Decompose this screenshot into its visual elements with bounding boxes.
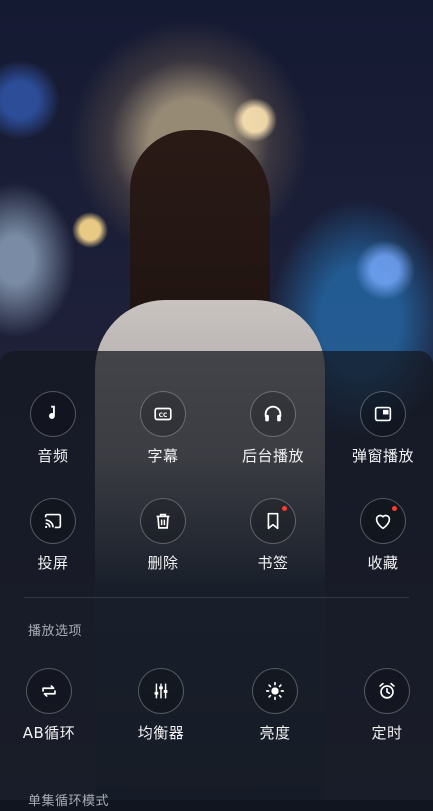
equalizer-icon	[138, 668, 184, 714]
cast-label: 投屏	[37, 554, 69, 572]
picture-in-picture-icon	[360, 391, 406, 437]
audio-button[interactable]: 音频	[0, 391, 108, 471]
bookmark-badge	[282, 506, 287, 511]
popup-play-button[interactable]: 弹窗播放	[328, 391, 433, 471]
equalizer-button[interactable]: 均衡器	[106, 668, 216, 748]
trash-icon	[140, 498, 186, 544]
popup-play-label: 弹窗播放	[351, 447, 414, 465]
favorite-label: 收藏	[367, 554, 399, 572]
background-play-label: 后台播放	[241, 447, 304, 465]
cast-button[interactable]: 投屏	[0, 498, 108, 578]
headphones-icon	[250, 391, 296, 437]
timer-label: 定时	[371, 724, 403, 742]
music-note-icon	[30, 391, 76, 437]
bookmark-icon	[250, 498, 296, 544]
options-row-3: AB循环 均衡器 亮度 定时	[0, 668, 433, 748]
ab-loop-icon	[26, 668, 72, 714]
cast-icon	[30, 498, 76, 544]
ab-loop-button[interactable]: AB循环	[0, 668, 104, 748]
equalizer-label: 均衡器	[137, 724, 185, 742]
delete-button[interactable]: 删除	[108, 498, 218, 578]
background-play-button[interactable]: 后台播放	[218, 391, 328, 471]
delete-label: 删除	[147, 554, 179, 572]
options-row-2: 投屏 删除 书签 收藏	[0, 498, 433, 578]
bookmark-label: 书签	[257, 554, 289, 572]
audio-label: 音频	[37, 447, 69, 465]
section-divider	[24, 597, 409, 598]
heart-icon	[360, 498, 406, 544]
brightness-icon	[252, 668, 298, 714]
timer-button[interactable]: 定时	[332, 668, 433, 748]
closed-caption-icon: CC	[140, 391, 186, 437]
options-row-1: 音频 CC 字幕 后台播放 弹窗播放	[0, 391, 433, 471]
alarm-clock-icon	[364, 668, 410, 714]
subtitle-button[interactable]: CC 字幕	[108, 391, 218, 471]
subtitle-label: 字幕	[147, 447, 179, 465]
brightness-label: 亮度	[259, 724, 291, 742]
ab-loop-label: AB循环	[22, 724, 76, 742]
svg-text:CC: CC	[159, 412, 168, 419]
bookmark-button[interactable]: 书签	[218, 498, 328, 578]
favorite-button[interactable]: 收藏	[328, 498, 433, 578]
playback-options-title: 播放选项	[28, 624, 83, 639]
favorite-badge	[392, 506, 397, 511]
brightness-button[interactable]: 亮度	[220, 668, 330, 748]
